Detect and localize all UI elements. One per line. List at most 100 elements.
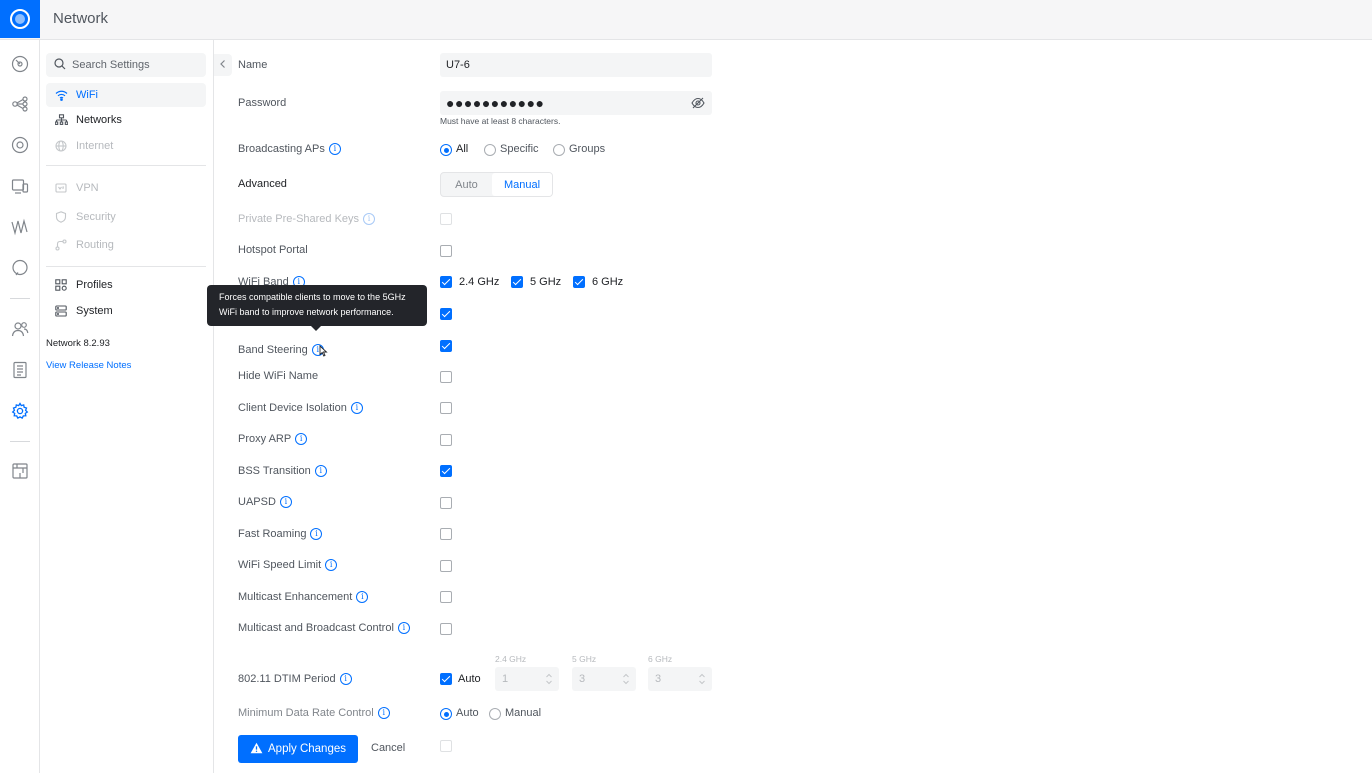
app-title: Network [53,10,109,27]
multicast-enhancement-checkbox[interactable] [440,591,452,603]
dashboard-icon[interactable] [10,54,30,74]
info-icon[interactable]: i [377,707,390,719]
nav-item-security[interactable]: Security [46,205,206,229]
band-6-checkbox[interactable] [573,276,585,288]
info-icon[interactable]: i [310,528,323,540]
multicast-control-checkbox[interactable] [440,623,452,635]
fast-roaming-checkbox[interactable] [440,528,452,540]
ubiquiti-logo[interactable] [0,0,40,38]
release-notes-link[interactable]: View Release Notes [46,360,131,371]
band-5-checkbox[interactable] [511,276,523,288]
dtim-24-input[interactable]: 1 [495,667,559,691]
label-text: Broadcasting APs [238,143,325,155]
collapse-nav-button[interactable] [214,54,232,76]
multicast-enhancement-label: Multicast Enhancement i [238,591,369,603]
label-text: WiFi Speed Limit [238,559,322,571]
settings-gear-icon[interactable] [10,401,30,421]
advanced-auto-button[interactable]: Auto [441,173,492,196]
advanced-manual-button[interactable]: Manual [492,173,552,196]
apply-changes-button[interactable]: Apply Changes [238,735,358,763]
radio-specific[interactable] [484,144,496,156]
dtim-24-value: 1 [502,673,509,685]
unifi-os-icon[interactable] [10,461,30,481]
nav-item-wifi[interactable]: WiFi [46,83,206,107]
password-hint: Must have at least 8 characters. [440,116,561,126]
broadcasting-aps-label: Broadcasting APs i [238,143,341,155]
nav-item-label: VPN [76,182,99,194]
nav-item-internet[interactable]: Internet [46,134,206,158]
radio-all[interactable] [440,144,452,156]
bss-transition-checkbox[interactable] [440,465,452,477]
networks-icon [54,113,68,127]
cancel-button[interactable]: Cancel [371,742,405,754]
client-isolation-checkbox[interactable] [440,402,452,414]
label-text: 802.11 DTIM Period [238,673,336,685]
name-field[interactable] [440,53,712,77]
clients-icon[interactable] [10,176,30,196]
shield-icon [54,210,68,224]
radio-groups[interactable] [553,144,565,156]
internet-icon [54,139,68,153]
nav-item-system[interactable]: System [46,299,206,323]
label-text: Private Pre-Shared Keys [238,213,360,225]
info-icon[interactable]: i [325,559,338,571]
nav-item-label: Internet [76,140,114,152]
hotspot-checkbox[interactable] [440,245,452,257]
settings-nav: WiFi Networks Internet VPN Security Rout… [41,40,214,773]
password-field[interactable]: ●●●●●●●●●●● [440,91,712,115]
info-icon[interactable]: i [295,433,308,445]
nav-item-networks[interactable]: Networks [46,108,206,132]
search-settings[interactable] [46,53,206,77]
users-icon[interactable] [10,319,30,339]
partial-checkbox[interactable] [440,740,452,752]
devices-icon[interactable] [10,135,30,155]
info-icon[interactable]: i [397,622,410,634]
info-icon[interactable]: i [279,496,292,508]
info-icon[interactable]: i [363,213,376,225]
stepper-arrows-icon [545,672,553,689]
insights-icon[interactable] [10,217,30,237]
stepper-arrows-icon [622,672,630,689]
dtim-auto-checkbox[interactable] [440,673,452,685]
band-steering-label: Band Steering i [238,339,328,360]
nav-divider [46,165,206,166]
uapsd-checkbox[interactable] [440,497,452,509]
info-icon[interactable]: i [328,143,341,155]
min-rate-auto-radio[interactable] [440,708,452,720]
speed-limit-checkbox[interactable] [440,560,452,572]
info-icon[interactable]: i [356,591,369,603]
info-icon[interactable]: i [314,465,327,477]
alerts-icon[interactable] [10,258,30,278]
nav-item-label: Security [76,211,116,223]
name-label: Name [238,59,268,71]
speed-limit-label: WiFi Speed Limit i [238,559,338,571]
hide-wifi-checkbox[interactable] [440,371,452,383]
info-icon[interactable]: i [339,673,352,685]
dtim-label: 802.11 DTIM Period i [238,673,352,685]
nav-item-label: WiFi [76,89,98,101]
nav-item-profiles[interactable]: Profiles [46,273,206,297]
bss-transition-label: BSS Transition i [238,465,327,477]
min-rate-manual-radio[interactable] [489,708,501,720]
dtim-6-input[interactable]: 3 [648,667,712,691]
nav-item-routing[interactable]: Routing [46,233,206,257]
band-steering-checkbox[interactable] [440,340,452,352]
label-text: Fast Roaming [238,528,307,540]
profiles-icon [54,278,68,292]
label-text: UAPSD [238,496,276,508]
ppsk-checkbox[interactable] [440,213,452,225]
dtim-5-input[interactable]: 3 [572,667,636,691]
search-icon [54,57,66,73]
info-icon[interactable]: i [350,402,363,414]
nav-item-vpn[interactable]: VPN [46,176,206,200]
hidden-row-checkbox[interactable] [440,308,452,320]
label-text: Client Device Isolation [238,402,347,414]
name-input[interactable] [446,59,686,71]
min-rate-label: Minimum Data Rate Control i [238,707,390,719]
logs-icon[interactable] [10,360,30,380]
search-input[interactable] [72,59,202,71]
band-24-checkbox[interactable] [440,276,452,288]
proxy-arp-checkbox[interactable] [440,434,452,446]
eye-slash-icon[interactable] [691,96,705,113]
topology-icon[interactable] [10,94,30,114]
